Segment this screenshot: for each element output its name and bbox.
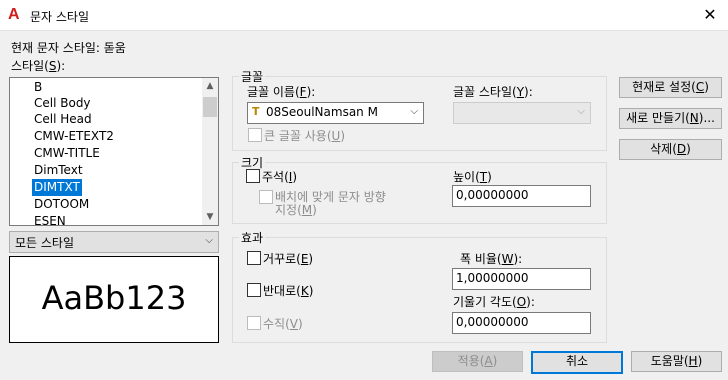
list-item[interactable]: CMW-TITLE (32, 145, 102, 162)
bigfont-label: 큰 글꼴 사용(U) (264, 129, 345, 143)
upside-down-label: 거꾸로(E) (263, 252, 314, 266)
annotative-label: 주석(I) (262, 170, 297, 184)
oblique-angle-value: 0,00000000 (456, 315, 529, 329)
list-item[interactable]: DimText (32, 162, 85, 179)
autocad-logo-icon: A (8, 6, 20, 23)
list-item[interactable]: CMW-ETEXT2 (32, 128, 116, 145)
match-orientation-label-2: 지정(M) (275, 203, 317, 217)
height-label: 높이(T) (453, 170, 492, 184)
font-style-combo[interactable]: ⌵ (453, 102, 591, 124)
title-bar (0, 0, 728, 31)
upside-down-checkbox[interactable] (247, 251, 261, 265)
close-button[interactable]: ✕ (698, 4, 722, 26)
vertical-checkbox[interactable] (247, 316, 261, 330)
oblique-angle-label: 기울기 각도(O): (453, 295, 535, 309)
chevron-down-icon: ⌵ (410, 106, 418, 117)
height-input[interactable]: 0,00000000 (452, 185, 591, 207)
help-button[interactable]: 도움말(H) (631, 351, 722, 372)
list-item[interactable]: Cell Head (32, 111, 94, 128)
window-title: 문자 스타일 (30, 10, 90, 24)
style-filter-value: 모든 스타일 (15, 236, 75, 250)
match-orientation-checkbox[interactable] (259, 190, 273, 204)
styles-label: 스타일(S): (11, 59, 66, 73)
new-style-button[interactable]: 새로 만들기(N)... (619, 108, 722, 129)
preview-text: AaBb123 (41, 279, 187, 317)
current-style-label: 현재 문자 스타일: 돋움 (11, 41, 126, 55)
list-item[interactable]: ESEN (32, 213, 68, 225)
backwards-checkbox[interactable] (247, 283, 261, 297)
bigfont-checkbox[interactable] (248, 128, 262, 142)
list-scrollbar[interactable]: ▲ ▼ (202, 78, 218, 225)
chevron-down-icon: ⌵ (205, 235, 213, 246)
list-item[interactable]: DOTOOM (32, 196, 91, 213)
annotative-checkbox[interactable] (246, 169, 260, 183)
backwards-label: 반대로(K) (263, 284, 314, 298)
cancel-button[interactable]: 취소 (531, 351, 623, 374)
list-item[interactable]: Cell Body (32, 95, 93, 112)
font-name-combo[interactable]: T 08SeoulNamsan M ⌵ (247, 102, 424, 124)
effects-group-title: 효과 (239, 229, 266, 246)
style-listbox[interactable]: B Cell Body Cell Head CMW-ETEXT2 CMW-TIT… (9, 77, 219, 226)
vertical-label: 수직(V) (263, 317, 303, 331)
font-style-label: 글꼴 스타일(Y): (453, 85, 533, 99)
truetype-font-icon: T (252, 105, 260, 118)
width-factor-value: 1,00000000 (456, 271, 529, 285)
list-item[interactable]: B (32, 79, 44, 96)
scroll-up-icon[interactable]: ▲ (202, 78, 218, 94)
scroll-down-icon[interactable]: ▼ (202, 209, 218, 225)
width-factor-label: 폭 비율(W): (460, 252, 523, 266)
height-value: 0,00000000 (456, 188, 529, 202)
delete-button[interactable]: 삭제(D) (619, 139, 722, 160)
scroll-thumb[interactable] (203, 97, 217, 117)
apply-button[interactable]: 적용(A) (432, 351, 523, 372)
width-factor-input[interactable]: 1,00000000 (452, 268, 591, 290)
oblique-angle-input[interactable]: 0,00000000 (452, 312, 591, 334)
font-name-value: 08SeoulNamsan M (266, 105, 378, 119)
list-item-selected[interactable]: DIMTXT (32, 179, 82, 196)
set-current-button[interactable]: 현재로 설정(C) (619, 77, 722, 98)
style-filter-combo[interactable]: 모든 스타일 ⌵ (9, 231, 219, 253)
preview-box: AaBb123 (9, 256, 219, 343)
font-name-label: 글꼴 이름(F): (247, 85, 316, 99)
chevron-down-icon: ⌵ (577, 106, 585, 117)
